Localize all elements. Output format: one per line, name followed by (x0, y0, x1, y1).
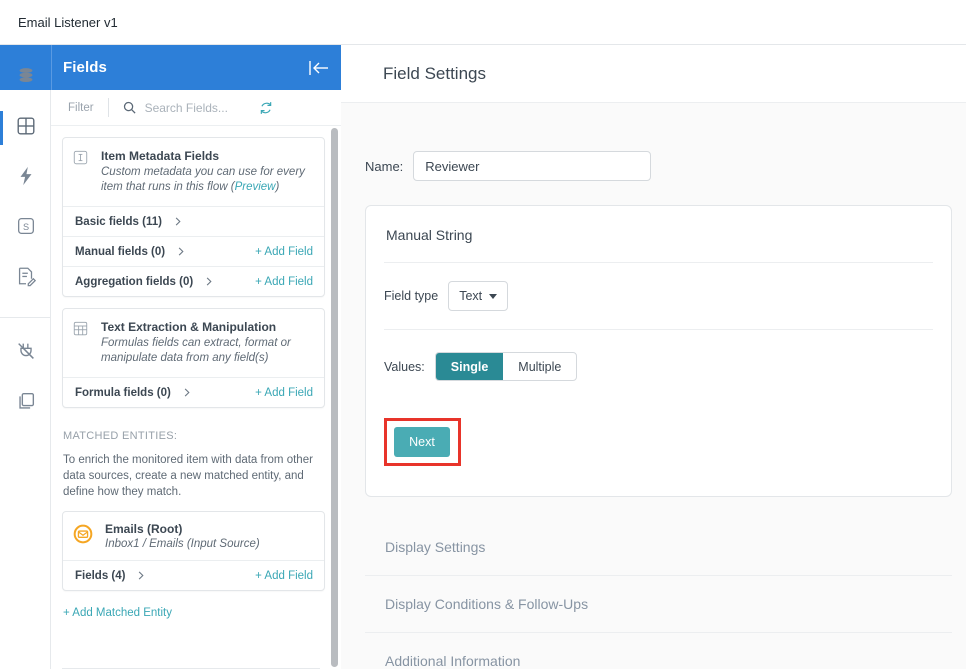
field-settings-header: Field Settings (341, 45, 966, 103)
matched-entity-subtitle: Inbox1 / Emails (Input Source) (105, 538, 260, 550)
field-settings-panel: Field Settings Name: Manual String Field… (341, 45, 966, 669)
next-button-highlight: Next (384, 418, 461, 466)
section-additional-information-label: Additional Information (365, 653, 520, 669)
name-input[interactable] (413, 151, 651, 181)
item-metadata-title: Item Metadata Fields (101, 149, 313, 163)
add-formula-field-link[interactable]: + Add Field (255, 387, 313, 399)
formula-fields-row[interactable]: Formula fields (0) + Add Field (63, 377, 324, 407)
chevron-down-icon (489, 294, 497, 299)
manual-string-divider-1 (384, 262, 933, 263)
app-title-bar: Email Listener v1 (0, 0, 966, 45)
field-settings-body: Name: Manual String Field type Text Valu… (341, 103, 966, 669)
search-input[interactable] (145, 101, 255, 115)
aggregation-fields-row[interactable]: Aggregation fields (0) + Add Field (63, 266, 324, 296)
item-metadata-desc-post: ) (275, 181, 279, 193)
chevron-right-icon[interactable] (181, 387, 192, 398)
values-segmented-control: Single Multiple (435, 352, 578, 381)
matched-entity-title: Emails (Root) (105, 522, 260, 536)
chevron-right-icon[interactable] (203, 276, 214, 287)
next-button[interactable]: Next (394, 427, 450, 457)
rail-item-script[interactable]: S (0, 203, 51, 253)
add-matched-entity-link[interactable]: + Add Matched Entity (63, 607, 172, 619)
manual-string-title: Manual String (366, 206, 951, 243)
item-metadata-card: Item Metadata Fields Custom metadata you… (62, 137, 325, 297)
section-display-conditions[interactable]: Display Conditions & Follow-Ups (365, 576, 952, 633)
document-edit-icon (15, 265, 37, 292)
field-settings-title: Field Settings (383, 64, 486, 84)
text-extraction-title: Text Extraction & Manipulation (101, 320, 313, 334)
search-icon (122, 100, 137, 115)
entity-fields-label: Fields (4) (75, 570, 125, 582)
database-icon (15, 65, 37, 92)
preview-link[interactable]: Preview (235, 181, 276, 193)
table-grid-icon (73, 321, 93, 366)
values-option-single[interactable]: Single (436, 353, 504, 380)
svg-text:S: S (22, 222, 28, 232)
rail-item-integrations[interactable] (0, 328, 51, 378)
add-aggregation-field-link[interactable]: + Add Field (255, 276, 313, 288)
matched-entities-description: To enrich the monitored item with data f… (63, 452, 325, 500)
fields-panel-header: Fields (51, 45, 341, 90)
lightning-icon (15, 165, 37, 192)
values-label: Values: (384, 360, 425, 374)
matched-entities-label: MATCHED ENTITIES: (63, 430, 341, 442)
field-type-row: Field type Text (366, 281, 951, 311)
envelope-icon (73, 524, 95, 549)
name-row: Name: (365, 151, 966, 181)
fields-panel-title: Fields (63, 59, 107, 76)
collapse-left-icon[interactable] (307, 58, 331, 78)
rail-item-actions[interactable] (0, 153, 51, 203)
section-additional-information[interactable]: Additional Information (365, 633, 952, 669)
section-display-conditions-label: Display Conditions & Follow-Ups (365, 596, 588, 612)
name-label: Name: (365, 159, 403, 174)
aggregation-fields-label: Aggregation fields (0) (75, 276, 193, 288)
matched-entity-header: Emails (Root) Inbox1 / Emails (Input Sou… (63, 512, 324, 560)
field-type-dropdown[interactable]: Text (448, 281, 508, 311)
values-option-multiple[interactable]: Multiple (503, 353, 576, 380)
item-metadata-description: Custom metadata you can use for every it… (101, 165, 313, 195)
text-extraction-card: Text Extraction & Manipulation Formulas … (62, 308, 325, 408)
rail-item-versions[interactable] (0, 378, 51, 428)
grid-icon (15, 115, 37, 142)
add-entity-field-link[interactable]: + Add Field (255, 570, 313, 582)
manual-fields-row[interactable]: Manual fields (0) + Add Field (63, 236, 324, 266)
item-metadata-header: Item Metadata Fields Custom metadata you… (63, 138, 324, 206)
icon-rail: S (0, 45, 51, 669)
manual-string-card: Manual String Field type Text Values: Si… (365, 205, 952, 497)
manual-fields-label: Manual fields (0) (75, 246, 165, 258)
layers-icon (15, 390, 37, 417)
fields-panel-body: Item Metadata Fields Custom metadata you… (51, 126, 341, 669)
basic-fields-label: Basic fields (11) (75, 216, 162, 228)
fields-scrollbar-thumb[interactable] (331, 128, 338, 667)
page-title: Email Listener v1 (18, 15, 118, 30)
basic-fields-row[interactable]: Basic fields (11) (63, 206, 324, 236)
rail-item-fields[interactable] (0, 103, 51, 153)
filter-row: Filter (51, 90, 341, 126)
s-box-icon: S (15, 215, 37, 242)
text-extraction-header: Text Extraction & Manipulation Formulas … (63, 309, 324, 377)
text-cursor-icon (73, 150, 93, 195)
filter-divider (108, 98, 109, 117)
rail-item-form[interactable] (0, 253, 51, 303)
fields-panel: Fields Filter (51, 45, 341, 669)
section-display-settings[interactable]: Display Settings (365, 519, 952, 576)
field-type-label: Field type (384, 289, 438, 303)
rail-item-database[interactable] (0, 53, 51, 103)
section-display-settings-label: Display Settings (365, 539, 485, 555)
refresh-icon[interactable] (259, 101, 273, 115)
chevron-right-icon[interactable] (135, 570, 146, 581)
rail-divider (0, 317, 51, 318)
formula-fields-label: Formula fields (0) (75, 387, 171, 399)
chevron-right-icon[interactable] (172, 216, 183, 227)
filter-label: Filter (68, 102, 94, 114)
manual-string-divider-2 (384, 329, 933, 330)
text-extraction-description: Formulas fields can extract, format or m… (101, 336, 313, 366)
chevron-right-icon[interactable] (175, 246, 186, 257)
plug-icon (15, 340, 37, 367)
entity-fields-row[interactable]: Fields (4) + Add Field (63, 560, 324, 590)
field-type-value: Text (459, 289, 482, 303)
add-manual-field-link[interactable]: + Add Field (255, 246, 313, 258)
matched-entity-card: Emails (Root) Inbox1 / Emails (Input Sou… (62, 511, 325, 591)
values-row: Values: Single Multiple (366, 352, 951, 381)
